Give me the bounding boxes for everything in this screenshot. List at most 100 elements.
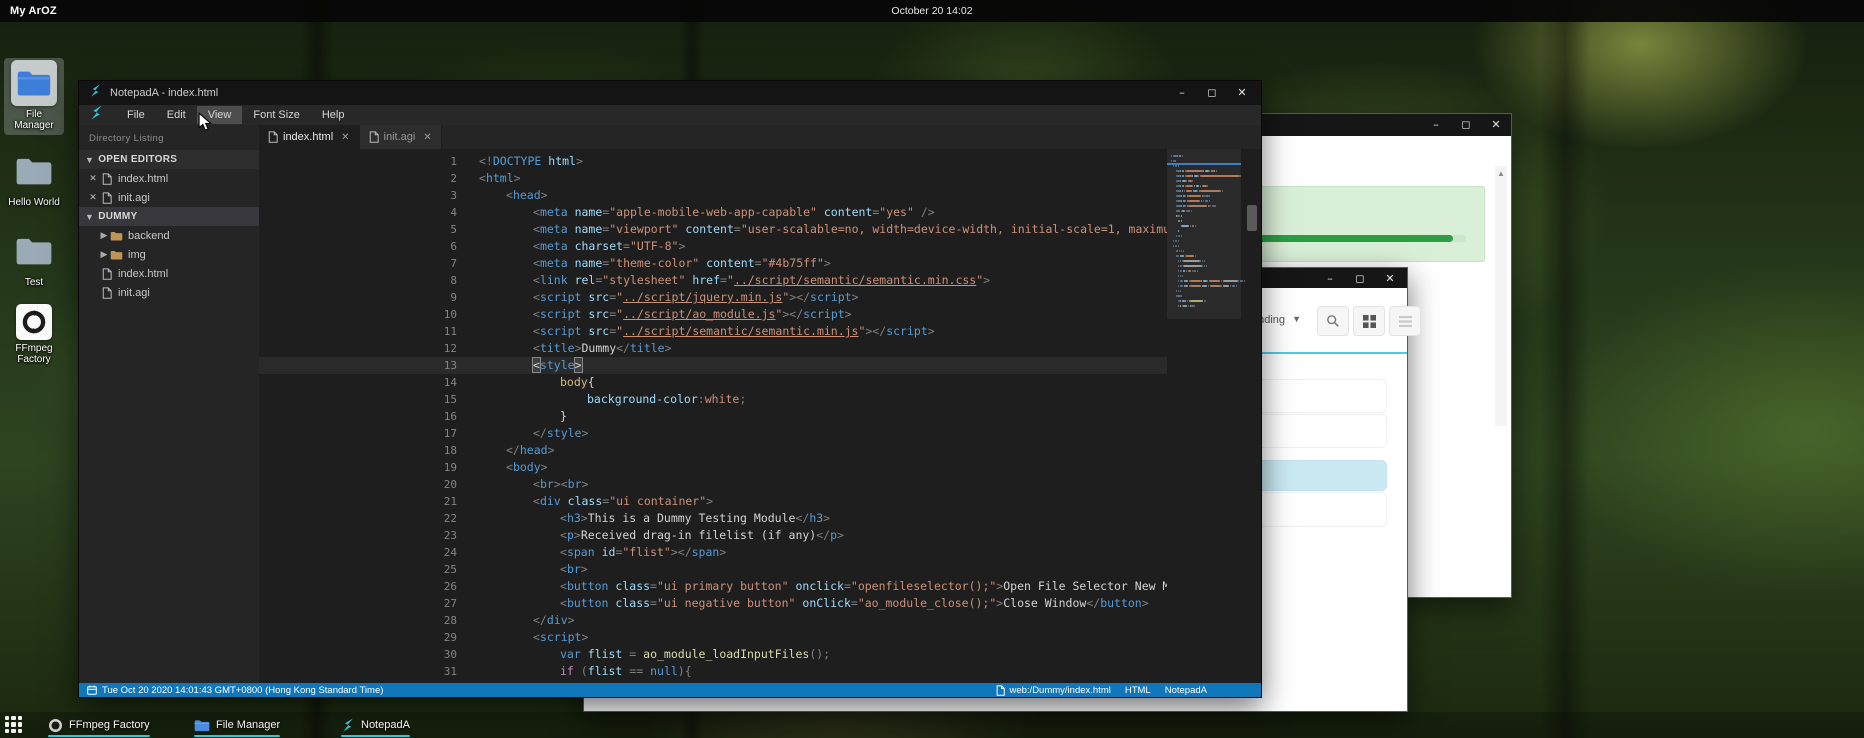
code-line-18[interactable]: 18</head> xyxy=(259,442,1167,459)
code-line-28[interactable]: 28</div> xyxy=(259,612,1167,629)
code-line-4[interactable]: 4<meta name="apple-mobile-web-app-capabl… xyxy=(259,204,1167,221)
app-launcher-grid-icon[interactable] xyxy=(5,716,22,733)
taskbar-item-notepada[interactable]: NotepadA xyxy=(335,712,416,738)
grid-view-button[interactable] xyxy=(1353,306,1385,336)
code-line-24[interactable]: 24<span id="flist"></span> xyxy=(259,544,1167,561)
code-line-2[interactable]: 2<html> xyxy=(259,170,1167,187)
desktop-icon-hello-world[interactable]: Hello World xyxy=(4,148,64,208)
code-line-7[interactable]: 7<meta name="theme-color" content="#4b75… xyxy=(259,255,1167,272)
close-icon[interactable]: ✕ xyxy=(341,132,349,143)
menu-view[interactable]: View xyxy=(197,106,243,124)
minimap-line xyxy=(1177,195,1180,197)
code-line-27[interactable]: 27<button class="ui negative button" onC… xyxy=(259,595,1167,612)
minimap-line xyxy=(1176,235,1177,237)
menu-font-size[interactable]: Font Size xyxy=(242,106,310,124)
ffmpeg-scrollbar[interactable]: ▲ xyxy=(1495,166,1507,426)
status-language[interactable]: HTML xyxy=(1125,685,1151,696)
desktop-icon-ffmpeg-factory[interactable]: FFmpeg Factory xyxy=(4,304,64,365)
close-icon[interactable]: ✕ xyxy=(1383,268,1397,290)
minimap-line xyxy=(1180,285,1183,287)
chevron-down-icon[interactable]: ▼ xyxy=(1292,314,1301,324)
status-file-path[interactable]: web:/Dummy/index.html xyxy=(1009,685,1110,696)
code-line-29[interactable]: 29<script> xyxy=(259,629,1167,646)
code-line-31[interactable]: 31if (flist == null){ xyxy=(259,663,1167,680)
minimize-icon[interactable]: – xyxy=(1175,82,1189,104)
code-line-6[interactable]: 6<meta charset="UTF-8"> xyxy=(259,238,1167,255)
menu-edit[interactable]: Edit xyxy=(156,106,197,124)
code-line-8[interactable]: 8<link rel="stylesheet" href="../script/… xyxy=(259,272,1167,289)
scrollbar-thumb[interactable] xyxy=(1247,205,1257,231)
taskbar-item-label: NotepadA xyxy=(361,719,410,731)
minimap-line xyxy=(1182,300,1185,302)
sidebar-item-img[interactable]: ▶img xyxy=(79,245,259,264)
code-line-19[interactable]: 19<body> xyxy=(259,459,1167,476)
code-line-20[interactable]: 20<br><br> xyxy=(259,476,1167,493)
code-line-10[interactable]: 10<script src="../script/ao_module.js"><… xyxy=(259,306,1167,323)
code-line-25[interactable]: 25<br> xyxy=(259,561,1167,578)
sidebar-item-index-html[interactable]: ✕index.html xyxy=(79,169,259,188)
minimap-line xyxy=(1182,275,1183,277)
code-line-11[interactable]: 11<script src="../script/semantic/semant… xyxy=(259,323,1167,340)
maximize-icon[interactable]: ◻ xyxy=(1459,114,1473,136)
sidebar-item-init-agi[interactable]: init.agi xyxy=(79,283,259,302)
minimize-icon[interactable]: – xyxy=(1323,268,1337,290)
close-icon[interactable]: ✕ xyxy=(1489,114,1503,136)
desktop-icon-test[interactable]: Test xyxy=(4,228,64,288)
tab-index-html[interactable]: index.html✕ xyxy=(259,125,360,149)
minimap[interactable] xyxy=(1167,149,1241,683)
list-view-button[interactable] xyxy=(1389,306,1421,336)
sidebar-section-open-editors[interactable]: ▼OPEN EDITORS xyxy=(79,150,259,169)
code-line-12[interactable]: 12<title>Dummy</title> xyxy=(259,340,1167,357)
code-line-1[interactable]: 1<!DOCTYPE html> xyxy=(259,153,1167,170)
minimap-line xyxy=(1186,255,1194,257)
sidebar-item-index-html[interactable]: index.html xyxy=(79,264,259,283)
notepada-titlebar[interactable]: NotepadA - index.html – ◻ ✕ xyxy=(79,81,1261,105)
folder-icon xyxy=(109,250,124,260)
sidebar-item-backend[interactable]: ▶backend xyxy=(79,226,259,245)
minimap-line xyxy=(1176,290,1177,292)
scroll-up-icon[interactable]: ▲ xyxy=(1495,166,1507,178)
sidebar-section-dummy[interactable]: ▼DUMMY xyxy=(79,207,259,226)
menu-file[interactable]: File xyxy=(116,106,156,124)
code-line-30[interactable]: 30var flist = ao_module_loadInputFiles()… xyxy=(259,646,1167,663)
code-line-5[interactable]: 5<meta name="viewport" content="user-sca… xyxy=(259,221,1167,238)
taskbar-item-file-manager[interactable]: File Manager xyxy=(188,712,286,738)
menu-help[interactable]: Help xyxy=(311,106,356,124)
close-icon[interactable]: ✕ xyxy=(423,132,431,143)
code-line-3[interactable]: 3<head> xyxy=(259,187,1167,204)
maximize-icon[interactable]: ◻ xyxy=(1205,82,1219,104)
code-line-9[interactable]: 9<script src="../script/jquery.min.js"><… xyxy=(259,289,1167,306)
code-editor[interactable]: 1<!DOCTYPE html>2<html>3<head>4<meta nam… xyxy=(259,149,1167,683)
tab-init-agi[interactable]: init.agi✕ xyxy=(360,125,442,149)
search-icon xyxy=(1326,314,1340,328)
code-line-23[interactable]: 23<p>Received drag-in filelist (if any)<… xyxy=(259,527,1167,544)
minimap-line xyxy=(1208,285,1209,287)
search-button[interactable] xyxy=(1317,306,1349,336)
close-icon[interactable]: ✕ xyxy=(1235,82,1249,104)
minimap-line xyxy=(1180,260,1181,262)
code-line-21[interactable]: 21<div class="ui container"> xyxy=(259,493,1167,510)
maximize-icon[interactable]: ◻ xyxy=(1353,268,1367,290)
sidebar-item-init-agi[interactable]: ✕init.agi xyxy=(79,188,259,207)
editor-scrollbar[interactable] xyxy=(1245,149,1259,683)
taskbar-item-ffmpeg-factory[interactable]: FFmpeg Factory xyxy=(42,712,156,738)
line-number: 16 xyxy=(431,408,457,425)
minimap-line xyxy=(1183,250,1184,252)
line-number: 25 xyxy=(431,561,457,578)
minimap-line xyxy=(1212,205,1215,207)
minimize-icon[interactable]: – xyxy=(1429,114,1443,136)
code-line-15[interactable]: 15background-color:white; xyxy=(259,391,1167,408)
desktop-icon-file-manager[interactable]: File Manager xyxy=(4,58,64,135)
close-icon[interactable]: ✕ xyxy=(87,192,99,203)
code-line-14[interactable]: 14body{ xyxy=(259,374,1167,391)
minimap-line xyxy=(1181,215,1182,217)
minimap-line xyxy=(1185,280,1188,282)
code-line-13[interactable]: 13<style> xyxy=(259,357,1167,374)
code-line-26[interactable]: 26<button class="ui primary button" oncl… xyxy=(259,578,1167,595)
code-line-16[interactable]: 16} xyxy=(259,408,1167,425)
chevron-right-icon: ▶ xyxy=(99,230,109,241)
minimap-line xyxy=(1204,300,1206,302)
code-line-22[interactable]: 22<h3>This is a Dummy Testing Module</h3… xyxy=(259,510,1167,527)
close-icon[interactable]: ✕ xyxy=(87,173,99,184)
code-line-17[interactable]: 17</style> xyxy=(259,425,1167,442)
